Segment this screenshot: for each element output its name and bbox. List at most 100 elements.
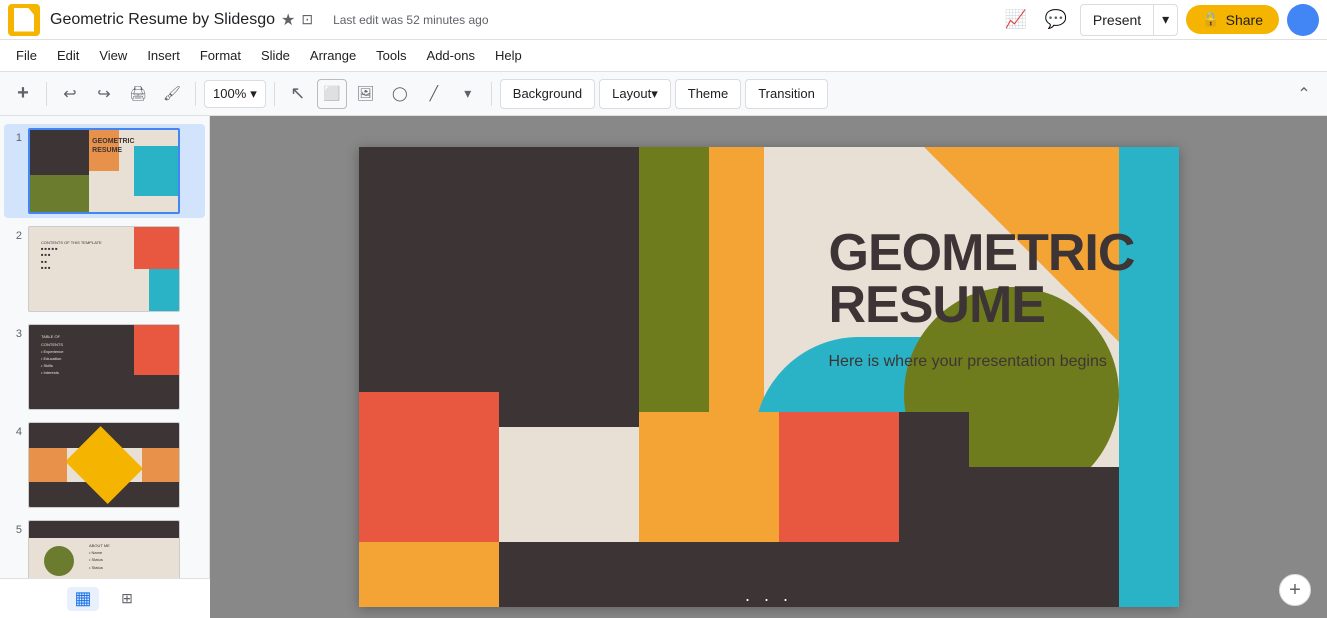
slide5-circle bbox=[44, 546, 74, 576]
lock-icon: 🔒 bbox=[1202, 11, 1219, 28]
menu-slide[interactable]: Slide bbox=[253, 44, 298, 67]
slide1-dark bbox=[30, 130, 89, 175]
slide-num-2: 2 bbox=[8, 230, 22, 242]
slide-preview-3: TABLE OFCONTENTS• Experience• Education•… bbox=[28, 324, 180, 410]
main-slide[interactable]: GEOMETRIC RESUME Here is where your pres… bbox=[359, 147, 1179, 607]
print-button[interactable]: 🖨 bbox=[123, 79, 153, 109]
add-slide-area: + bbox=[1279, 574, 1311, 606]
slide-title-area: GEOMETRIC RESUME Here is where your pres… bbox=[829, 227, 1119, 373]
doc-title[interactable]: Geometric Resume by Slidesgo bbox=[50, 11, 275, 29]
slide-num-3: 3 bbox=[8, 328, 22, 340]
line-tool[interactable]: ╱ bbox=[419, 79, 449, 109]
slide1-title: GEOMETRICRESUME bbox=[92, 138, 134, 155]
present-label[interactable]: Present bbox=[1081, 5, 1154, 35]
slide-thumb-1[interactable]: 1 GEOMETRICRESUME bbox=[4, 124, 205, 218]
slide-thumb-3[interactable]: 3 TABLE OFCONTENTS• Experience• Educatio… bbox=[4, 320, 205, 414]
menu-tools[interactable]: Tools bbox=[368, 44, 414, 67]
add-button[interactable]: + bbox=[8, 79, 38, 109]
shape-tool[interactable]: ◯ bbox=[385, 79, 415, 109]
menu-insert[interactable]: Insert bbox=[139, 44, 188, 67]
separator-4 bbox=[491, 82, 492, 106]
dark-bottom-sq bbox=[899, 412, 969, 542]
slide2-red bbox=[134, 227, 179, 269]
select-tool[interactable]: ⬜ bbox=[317, 79, 347, 109]
main-area: 1 GEOMETRICRESUME 2 CONTENTS OF THIS TEM… bbox=[0, 116, 1327, 618]
app-logo[interactable] bbox=[8, 4, 40, 36]
share-button[interactable]: 🔒 Share bbox=[1186, 5, 1279, 34]
title-line2: RESUME bbox=[829, 276, 1045, 334]
menu-addons[interactable]: Add-ons bbox=[419, 44, 483, 67]
folder-icon[interactable]: ⊡ bbox=[301, 11, 313, 28]
collapse-panel-button[interactable]: ⌃ bbox=[1289, 79, 1319, 109]
slide4-bg bbox=[29, 423, 179, 507]
layout-label: Layout bbox=[612, 86, 651, 101]
slide-thumb-4[interactable]: 4 bbox=[4, 418, 205, 512]
image-tool[interactable]: 🖼 bbox=[351, 79, 381, 109]
background-button[interactable]: Background bbox=[500, 79, 595, 109]
trending-icon[interactable]: 📈 bbox=[1000, 4, 1032, 36]
slide-view-tabs: ▦ ⊞ bbox=[0, 578, 210, 618]
zoom-control[interactable]: 100% ▾ bbox=[204, 80, 266, 108]
zoom-level: 100% bbox=[213, 86, 246, 101]
slide3-text: TABLE OFCONTENTS• Experience• Education•… bbox=[41, 333, 64, 376]
present-button[interactable]: Present ▾ bbox=[1080, 4, 1178, 36]
menu-file[interactable]: File bbox=[8, 44, 45, 67]
red-mid bbox=[359, 392, 499, 542]
slide-num-1: 1 bbox=[8, 132, 22, 144]
slide5-dark-top bbox=[29, 521, 179, 538]
slide2-bg: CONTENTS OF THIS TEMPLATE■ ■ ■ ■ ■■ ■ ■■… bbox=[29, 227, 179, 311]
separator-2 bbox=[195, 82, 196, 106]
slide-subtitle: Here is where your presentation begins bbox=[829, 351, 1119, 373]
slide1-teal bbox=[134, 146, 178, 195]
slide3-red bbox=[134, 325, 179, 375]
cursor-tool[interactable]: ↖ bbox=[283, 79, 313, 109]
menu-format[interactable]: Format bbox=[192, 44, 249, 67]
filmstrip-view-tab[interactable]: ▦ bbox=[67, 587, 99, 611]
slide-num-4: 4 bbox=[8, 426, 22, 438]
theme-button[interactable]: Theme bbox=[675, 79, 741, 109]
toolbar: + ↩ ↪ 🖨 🖌 100% ▾ ↖ ⬜ 🖼 ◯ ╱ ▾ Background … bbox=[0, 72, 1327, 116]
slide-thumb-2[interactable]: 2 CONTENTS OF THIS TEMPLATE■ ■ ■ ■ ■■ ■ … bbox=[4, 222, 205, 316]
last-edit-text: Last edit was 52 minutes ago bbox=[333, 13, 488, 27]
slide-title: GEOMETRIC RESUME bbox=[829, 227, 1119, 331]
separator-3 bbox=[274, 82, 275, 106]
menu-bar: File Edit View Insert Format Slide Arran… bbox=[0, 40, 1327, 72]
cream-mid bbox=[499, 427, 639, 542]
slide-num-5: 5 bbox=[8, 524, 22, 536]
zoom-dropdown-icon: ▾ bbox=[250, 86, 257, 102]
present-dropdown-icon[interactable]: ▾ bbox=[1154, 5, 1177, 35]
grid-view-tab[interactable]: ⊞ bbox=[111, 587, 143, 611]
doc-title-row: Geometric Resume by Slidesgo ★ ⊡ bbox=[50, 10, 313, 30]
menu-arrange[interactable]: Arrange bbox=[302, 44, 364, 67]
slide-preview-1: GEOMETRICRESUME bbox=[28, 128, 180, 214]
undo-button[interactable]: ↩ bbox=[55, 79, 85, 109]
teal-right-col bbox=[1119, 147, 1179, 607]
dark-br bbox=[969, 467, 1119, 607]
slide4-orange-right bbox=[142, 448, 180, 482]
redo-button[interactable]: ↪ bbox=[89, 79, 119, 109]
orange-bl bbox=[359, 542, 499, 607]
menu-help[interactable]: Help bbox=[487, 44, 530, 67]
star-icon[interactable]: ★ bbox=[281, 10, 295, 30]
canvas-area[interactable]: GEOMETRIC RESUME Here is where your pres… bbox=[210, 116, 1327, 618]
chat-icon[interactable]: 💬 bbox=[1040, 4, 1072, 36]
user-avatar[interactable] bbox=[1287, 4, 1319, 36]
title-line1: GEOMETRIC bbox=[829, 224, 1135, 282]
transition-button[interactable]: Transition bbox=[745, 79, 828, 109]
topbar-right: 📈 💬 Present ▾ 🔒 Share bbox=[1000, 4, 1319, 36]
more-tools[interactable]: ▾ bbox=[453, 79, 483, 109]
app-logo-icon bbox=[14, 8, 34, 32]
red-bottom-mid bbox=[779, 412, 899, 542]
paintformat-button[interactable]: 🖌 bbox=[157, 79, 187, 109]
layout-button[interactable]: Layout ▾ bbox=[599, 79, 671, 109]
doc-title-area: Geometric Resume by Slidesgo ★ ⊡ bbox=[50, 10, 313, 30]
menu-view[interactable]: View bbox=[91, 44, 135, 67]
menu-edit[interactable]: Edit bbox=[49, 44, 87, 67]
separator-1 bbox=[46, 82, 47, 106]
slide2-text: CONTENTS OF THIS TEMPLATE■ ■ ■ ■ ■■ ■ ■■… bbox=[41, 240, 102, 272]
slide4-orange-left bbox=[29, 448, 67, 482]
orange-bottom-mid bbox=[639, 412, 779, 542]
slide-preview-2: CONTENTS OF THIS TEMPLATE■ ■ ■ ■ ■■ ■ ■■… bbox=[28, 226, 180, 312]
slide2-teal bbox=[149, 269, 179, 311]
add-slide-button[interactable]: + bbox=[1279, 574, 1311, 606]
